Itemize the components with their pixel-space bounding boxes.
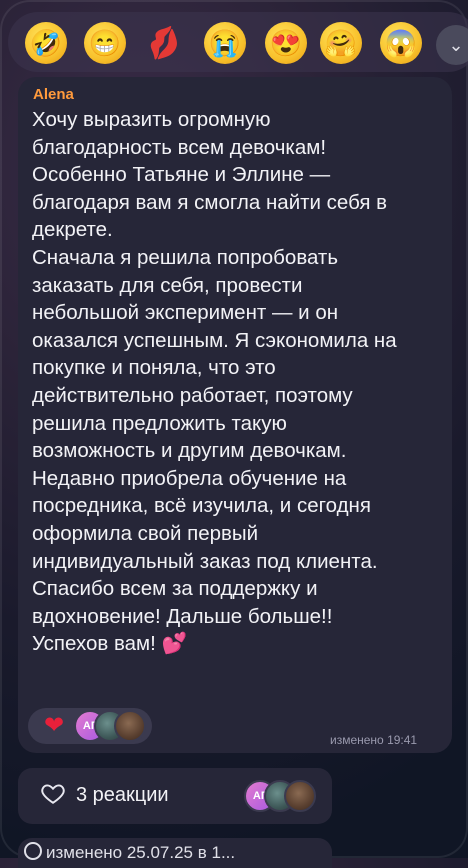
avatar (114, 710, 146, 742)
hugging-emoji-icon[interactable]: 🤗 (320, 22, 362, 64)
message-text: Хочу выразить огромную благодарность все… (32, 106, 444, 658)
edited-timestamp: изменено 19:41 (330, 733, 418, 747)
grinning-emoji-icon[interactable]: 😁 (84, 22, 126, 64)
crying-emoji-icon[interactable]: 😭 (204, 22, 246, 64)
screaming-emoji-icon[interactable]: 😱 (380, 22, 422, 64)
heart-outline-icon (41, 784, 65, 804)
avatar (284, 780, 316, 812)
reactions-count-label: 3 реакции (76, 784, 169, 806)
edit-history-icon (24, 842, 42, 860)
two-hearts-emoji-icon: 💕 (161, 632, 188, 656)
message-author[interactable]: Alena (33, 86, 74, 103)
heart-reaction-icon: ❤ (44, 712, 65, 739)
message-body: Хочу выразить огромную благодарность все… (32, 108, 397, 656)
heart-eyes-emoji-icon[interactable]: 😍 (265, 22, 307, 64)
rolling-laughing-emoji-icon[interactable]: 🤣 (25, 22, 67, 64)
chevron-down-icon[interactable]: ⌄ (436, 25, 468, 65)
edit-history-label: изменено 25.07.25 в 1... (46, 843, 236, 862)
